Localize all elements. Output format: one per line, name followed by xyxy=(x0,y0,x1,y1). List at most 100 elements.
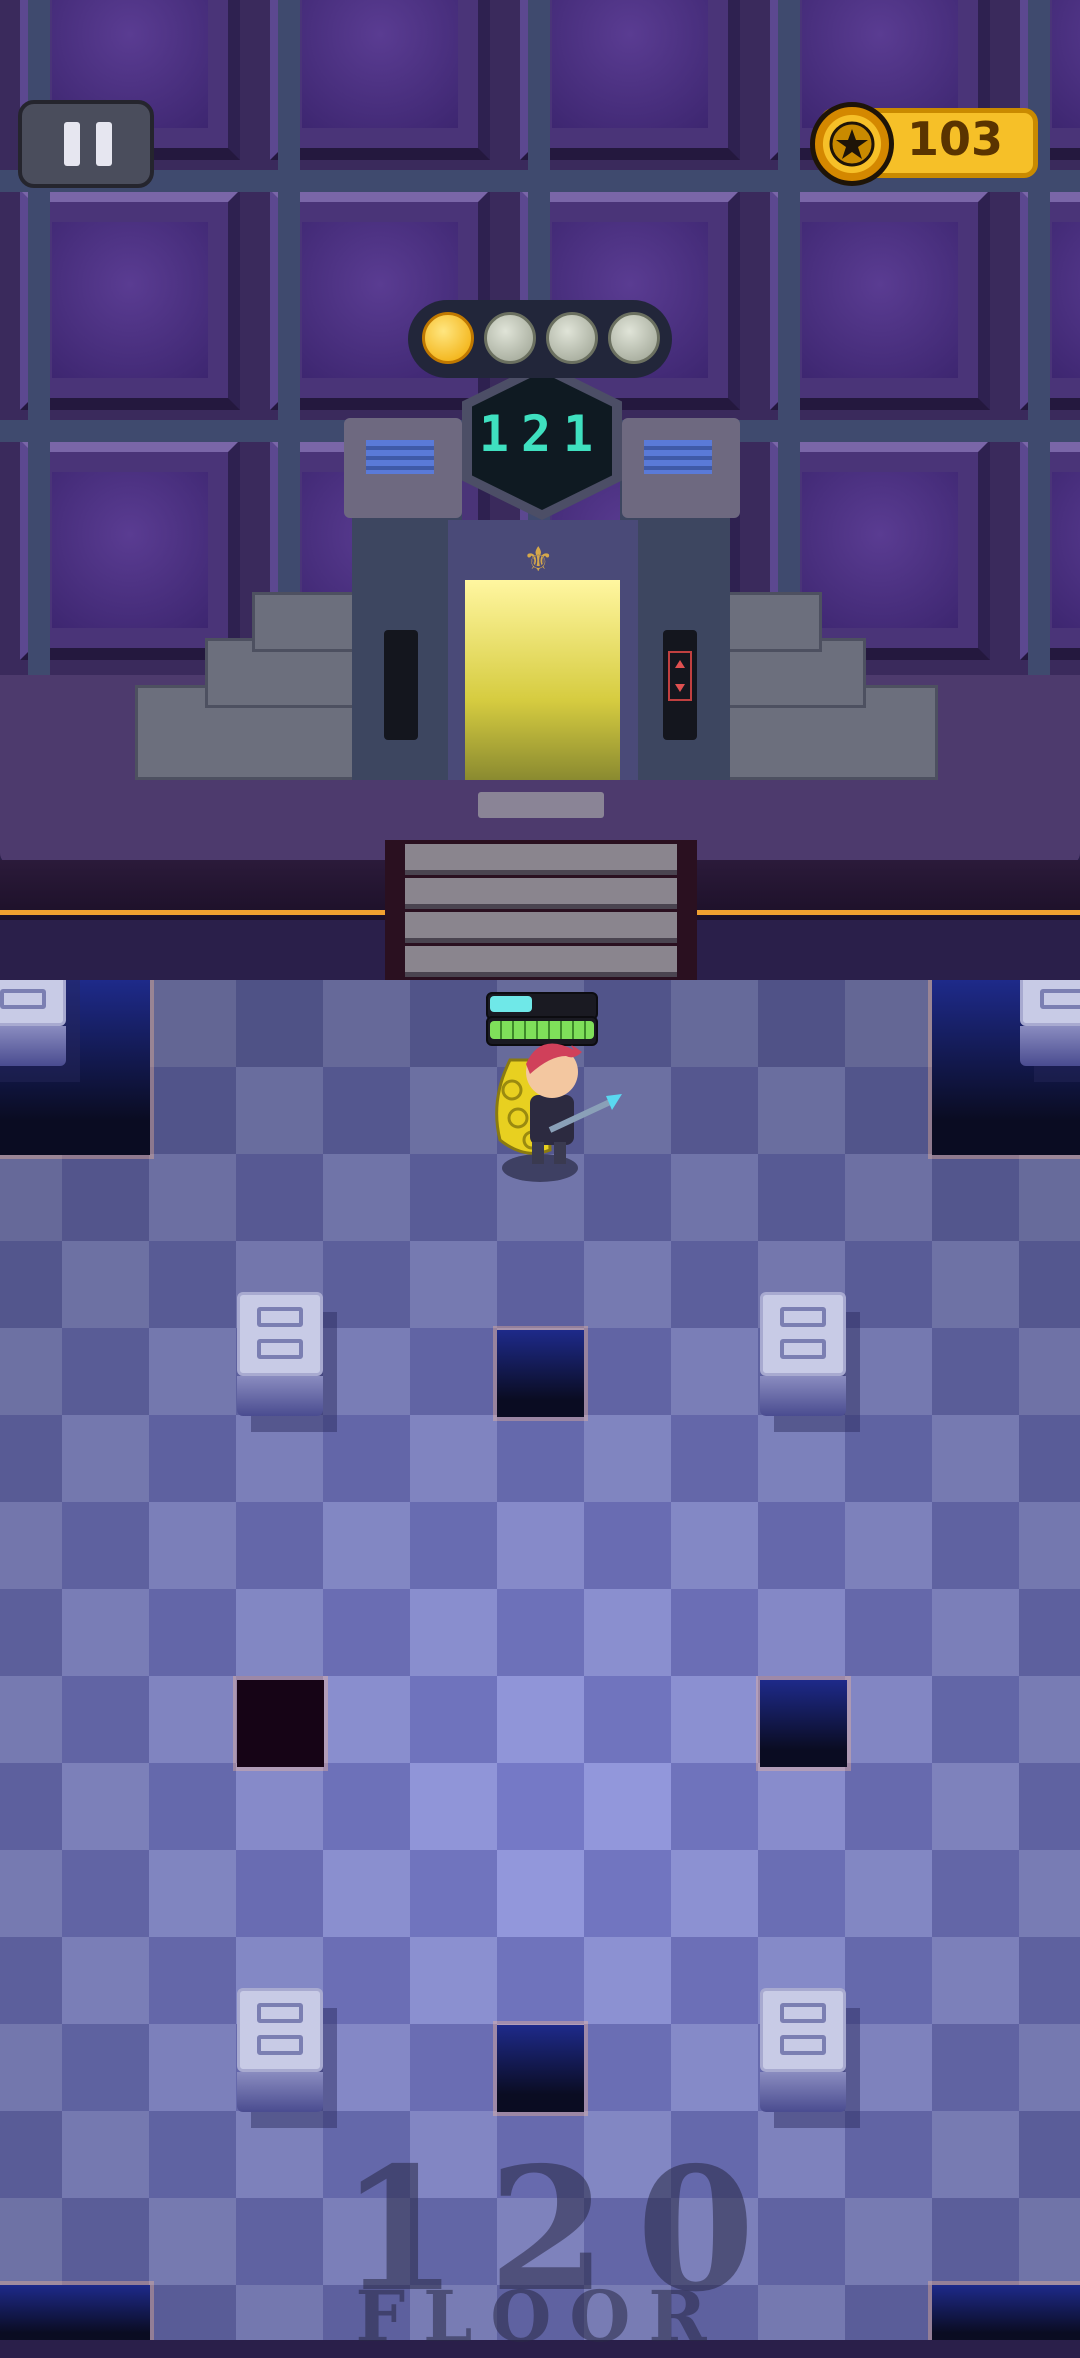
ledge-glow-line-left xyxy=(0,910,385,915)
wall-pillar xyxy=(278,0,300,680)
floor-tile xyxy=(0,1850,62,1937)
floor-tile xyxy=(671,1937,758,2024)
floor-tile xyxy=(410,2024,497,2111)
floor-tile xyxy=(62,2111,149,2198)
floor-tile xyxy=(323,1850,410,1937)
progress-dot-1 xyxy=(422,312,474,364)
side-stairs-left-top xyxy=(252,592,360,652)
floor-tile xyxy=(149,1676,236,1763)
floor-tile xyxy=(671,1328,758,1415)
progress-dot-4 xyxy=(608,312,660,364)
floor-tile xyxy=(1019,1154,1080,1241)
floor-tile xyxy=(845,1154,932,1241)
floor-tile xyxy=(1019,2024,1080,2111)
pause-button[interactable] xyxy=(18,100,154,188)
floor-tile xyxy=(1019,1241,1080,1328)
stone-crate xyxy=(0,980,80,1082)
wall-panel xyxy=(20,440,240,660)
floor-tile xyxy=(932,2198,1019,2285)
floor-tile xyxy=(236,1763,323,1850)
floor-tile xyxy=(1019,2198,1080,2285)
wall-pillar xyxy=(778,0,800,680)
floor-tile xyxy=(62,1676,149,1763)
floor-tile xyxy=(62,1415,149,1502)
wall-panel xyxy=(770,190,990,410)
floor-tile xyxy=(1019,1850,1080,1937)
floor-tile xyxy=(584,1676,671,1763)
entry-mat xyxy=(478,792,604,818)
floor-tile xyxy=(584,1763,671,1850)
floor-tile xyxy=(1019,1502,1080,1589)
fleur-de-lis-icon: ⚜ xyxy=(523,540,554,580)
floor-tile xyxy=(758,1154,845,1241)
floor-tile xyxy=(323,980,410,1067)
floor-pit xyxy=(497,2025,584,2112)
tower-cap-left xyxy=(344,418,462,518)
ledge-glow-line-right xyxy=(697,910,1080,915)
floor-tile xyxy=(410,1589,497,1676)
floor-tile xyxy=(62,1763,149,1850)
elevator-call-panel xyxy=(663,630,697,740)
floor-label-word: FLOOR xyxy=(355,2275,725,2358)
elevator-door[interactable] xyxy=(465,580,620,780)
floor-tile xyxy=(584,1502,671,1589)
up-down-arrows-icon xyxy=(668,651,692,701)
floor-tile xyxy=(62,1154,149,1241)
floor-tile xyxy=(410,1328,497,1415)
elevator-slot-left xyxy=(384,630,418,740)
progress-dot-2 xyxy=(484,312,536,364)
floor-pit xyxy=(932,2285,1080,2340)
floor-tile xyxy=(62,2198,149,2285)
floor-tile xyxy=(62,1850,149,1937)
floor-tile xyxy=(671,980,758,1067)
floor-pit xyxy=(0,2285,150,2340)
floor-tile xyxy=(62,1937,149,2024)
floor-tile xyxy=(149,1328,236,1415)
floor-tile xyxy=(497,1502,584,1589)
floor-tile xyxy=(671,2024,758,2111)
floor-tile xyxy=(932,1937,1019,2024)
floor-tile xyxy=(410,1763,497,1850)
wall-panel xyxy=(270,0,490,160)
pause-icon xyxy=(64,122,80,166)
coin-count: 103 xyxy=(906,112,1004,166)
floor-tile xyxy=(758,1589,845,1676)
floor-tile xyxy=(149,980,236,1067)
player-character[interactable] xyxy=(470,990,630,1190)
floor-tile xyxy=(758,1850,845,1937)
floor-tile xyxy=(845,1067,932,1154)
floor-tile xyxy=(149,1850,236,1937)
floor-tile xyxy=(236,2285,323,2340)
floor-tile xyxy=(758,1502,845,1589)
stone-crate xyxy=(760,1988,860,2128)
floor-tile xyxy=(410,1850,497,1937)
floor-tile xyxy=(0,1937,62,2024)
floor-tile xyxy=(584,1241,671,1328)
floor-tile xyxy=(758,1067,845,1154)
floor-tile xyxy=(932,1328,1019,1415)
floor-tile xyxy=(932,2111,1019,2198)
floor-tile xyxy=(410,1241,497,1328)
floor-tile xyxy=(0,2111,62,2198)
floor-pit xyxy=(760,1680,847,1767)
floor-tile xyxy=(497,1589,584,1676)
floor-tile xyxy=(149,2024,236,2111)
floor-tile xyxy=(1019,1937,1080,2024)
tower-cap-right xyxy=(622,418,740,518)
floor-tile xyxy=(671,1850,758,1937)
floor-tile xyxy=(584,2024,671,2111)
floor-tile xyxy=(236,1502,323,1589)
floor-tile xyxy=(149,1067,236,1154)
floor-tile xyxy=(410,1502,497,1589)
floor-tile xyxy=(758,980,845,1067)
floor-tile xyxy=(1019,2111,1080,2198)
floor-tile xyxy=(149,1763,236,1850)
floor-tile xyxy=(671,1502,758,1589)
floor-tile xyxy=(236,2198,323,2285)
floor-tile xyxy=(323,1676,410,1763)
floor-tile xyxy=(236,1067,323,1154)
floor-tile xyxy=(584,1850,671,1937)
floor-tile xyxy=(410,1676,497,1763)
floor-tile xyxy=(932,1676,1019,1763)
stairway xyxy=(385,840,697,980)
